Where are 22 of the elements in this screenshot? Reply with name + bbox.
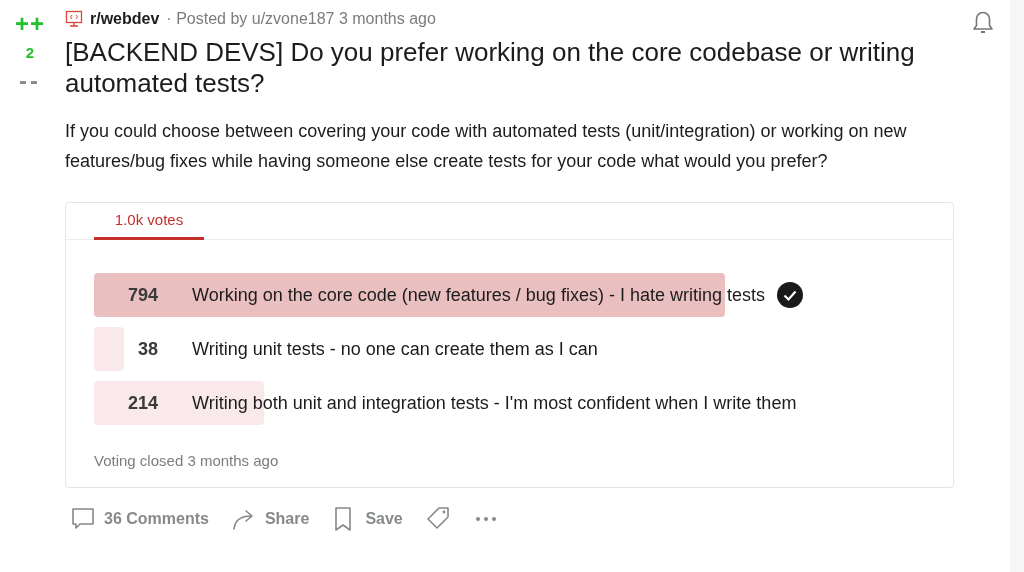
post-body: If you could choose between covering your code with automated tests (unit/integration) or working on new features/bug fixes while having someone else create tests for your code what would you prefer? xyxy=(65,120,908,173)
share-button[interactable]: Share xyxy=(230,506,310,532)
save-button[interactable]: Save xyxy=(331,506,403,532)
upvote-icon[interactable]: ++ xyxy=(15,10,45,38)
option-label: Writing unit tests - no one can create them as I can xyxy=(192,337,598,361)
tag-icon[interactable] xyxy=(424,506,451,532)
post-title: [BACKEND DEVS] Do you prefer working on the core codebase or writing automated tests? xyxy=(65,37,916,99)
checkmark-icon xyxy=(776,282,803,308)
monitor-icon xyxy=(65,10,83,28)
post-meta: · Posted by u/zvone187 3 months ago xyxy=(166,9,436,29)
vote-count: 38 xyxy=(136,337,158,361)
poll-status: Voting closed 3 months ago xyxy=(93,451,280,471)
subreddit-link[interactable]: r/webdev xyxy=(90,7,160,31)
comment-icon xyxy=(70,506,96,532)
option-label: Working on the core code (new features / bug fixes) - I hate writing tests xyxy=(192,283,765,307)
comments-button[interactable]: 36 Comments xyxy=(70,506,209,532)
downvote-icon[interactable]: -- xyxy=(19,66,41,95)
vote-count: 794 xyxy=(126,283,158,307)
poll-tab[interactable]: 1.0k votes xyxy=(94,203,204,240)
vote-count: 214 xyxy=(126,391,158,415)
option-label: Writing both unit and integration tests - I'm most confident when I write them xyxy=(192,391,797,415)
vote-score: 2 xyxy=(25,43,35,63)
